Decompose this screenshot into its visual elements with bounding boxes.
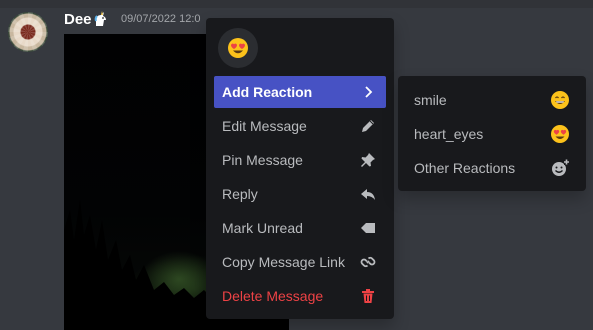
- menu-item-delete-message[interactable]: Delete Message: [214, 280, 386, 312]
- trash-icon: [362, 289, 374, 303]
- menu-item-label: Pin Message: [222, 152, 303, 168]
- link-icon: [360, 256, 376, 268]
- smile-emoji-icon: [551, 91, 569, 109]
- add-reaction-icon: [552, 159, 569, 176]
- submenu-item-label: Other Reactions: [414, 160, 516, 176]
- menu-item-edit-message[interactable]: Edit Message: [214, 110, 386, 142]
- avatar[interactable]: [8, 12, 48, 52]
- submenu-item-other-reactions[interactable]: Other Reactions: [406, 152, 578, 184]
- mark-unread-tag-icon: [361, 223, 375, 233]
- submenu-item-label: heart_eyes: [414, 126, 484, 142]
- add-reaction-submenu: smile heart_eyes Other Reactions: [398, 76, 586, 191]
- submenu-item-label: smile: [414, 92, 447, 108]
- message-context-menu: Add Reaction Edit Message Pin Message Re…: [206, 18, 394, 319]
- menu-item-pin-message[interactable]: Pin Message: [214, 144, 386, 176]
- message-timestamp: 09/07/2022 12:0: [121, 13, 201, 25]
- quick-reaction-button[interactable]: [218, 28, 258, 68]
- reply-arrow-icon: [361, 189, 375, 200]
- submenu-item-heart-eyes[interactable]: heart_eyes: [406, 118, 578, 150]
- menu-item-label: Edit Message: [222, 118, 307, 134]
- pencil-icon: [362, 120, 374, 132]
- menu-item-reply[interactable]: Reply: [214, 178, 386, 210]
- top-strip: [0, 0, 593, 8]
- menu-item-label: Delete Message: [222, 288, 324, 304]
- menu-item-label: Copy Message Link: [222, 254, 345, 270]
- heart-eyes-emoji-icon: [551, 125, 569, 143]
- message-author[interactable]: Dee: [64, 11, 92, 28]
- pin-icon: [361, 153, 375, 167]
- menu-item-mark-unread[interactable]: Mark Unread: [214, 212, 386, 244]
- menu-item-label: Add Reaction: [222, 84, 313, 100]
- heart-eyes-emoji-icon: [228, 38, 248, 58]
- menu-item-label: Reply: [222, 186, 258, 202]
- submenu-item-smile[interactable]: smile: [406, 84, 578, 116]
- menu-item-label: Mark Unread: [222, 220, 303, 236]
- unicorn-icon: [93, 11, 109, 27]
- chevron-right-icon: [365, 86, 373, 98]
- menu-item-copy-message-link[interactable]: Copy Message Link: [214, 246, 386, 278]
- menu-item-add-reaction[interactable]: Add Reaction: [214, 76, 386, 108]
